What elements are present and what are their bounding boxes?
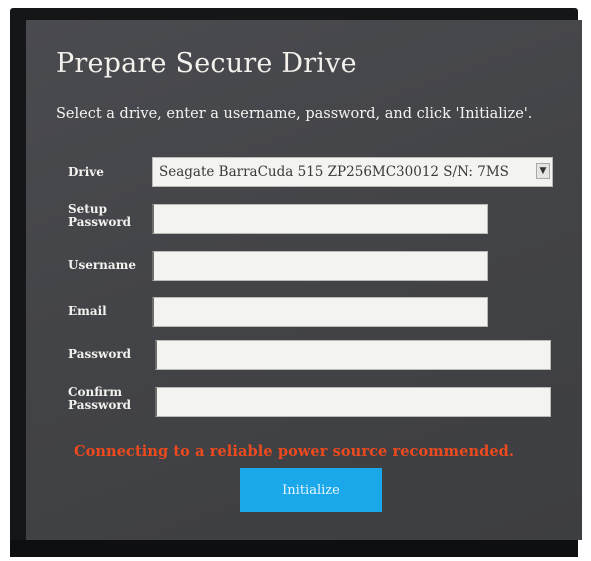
confirm-password-field[interactable] [155,387,551,417]
username-field[interactable] [152,251,488,281]
confirm-password-label: Confirm Password [68,386,131,412]
email-label: Email [68,304,107,318]
password-label: Password [68,347,132,361]
dialog-title: Prepare Secure Drive [56,48,357,79]
drive-label: Drive [68,165,104,179]
email-field[interactable] [152,297,488,327]
drive-select[interactable]: Seagate BarraCuda 515 ZP256MC30012 S/N: … [152,157,553,187]
drive-select-value: Seagate BarraCuda 515 ZP256MC30012 S/N: … [159,164,509,180]
power-warning-message: Connecting to a reliable power source re… [74,443,515,460]
screen-bottom-edge [10,540,578,557]
prepare-secure-drive-dialog: Prepare Secure Drive Select a drive, ent… [26,20,582,540]
setup-password-label: Setup Password [68,203,131,229]
username-label: Username [68,258,137,272]
setup-password-label-line2: Password [68,215,132,229]
chevron-down-icon[interactable]: ▼ [536,163,550,179]
initialize-button[interactable]: Initialize [240,468,382,512]
password-field[interactable] [155,340,551,370]
confirm-password-label-line2: Password [68,398,132,412]
dialog-instructions: Select a drive, enter a username, passwo… [56,106,533,122]
setup-password-field[interactable] [152,204,488,234]
